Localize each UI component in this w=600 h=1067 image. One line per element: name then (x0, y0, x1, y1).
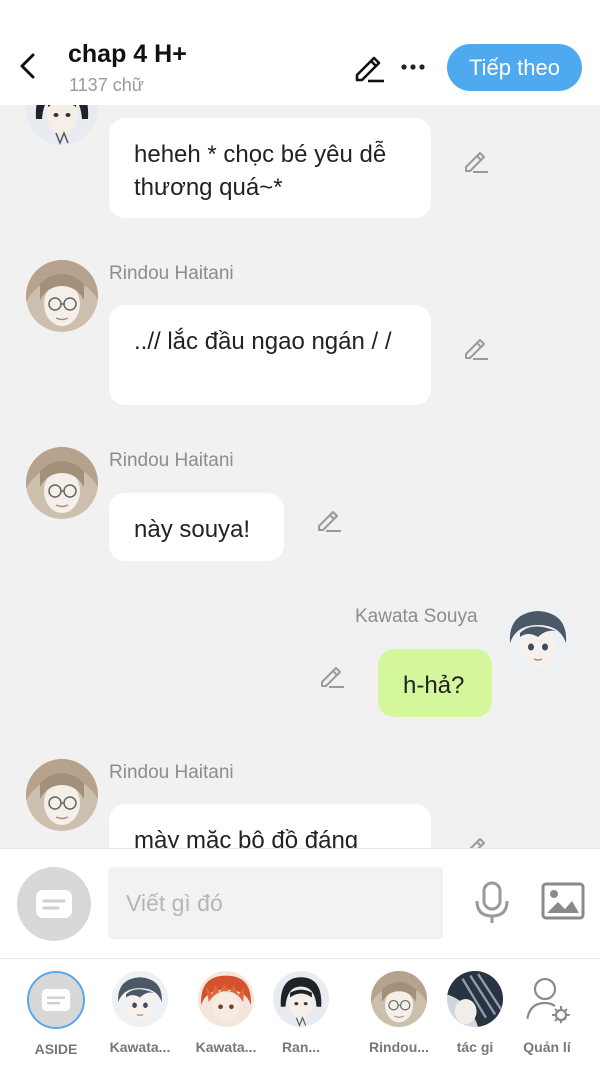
avatar-image (26, 447, 98, 519)
character-label: Kawata... (195, 1039, 257, 1055)
character-label: Ran... (281, 1039, 321, 1055)
message-bubble[interactable]: mày mặc bộ đồ đáng (109, 804, 431, 848)
edit-button[interactable] (352, 50, 386, 84)
rindou-avatar[interactable] (26, 260, 98, 332)
character-rindou[interactable]: Rindou... (356, 971, 442, 1055)
message-bubble[interactable]: này souya! (109, 493, 284, 561)
aside-avatar (27, 971, 85, 1029)
microphone-icon[interactable] (472, 881, 512, 925)
chat-bubble-icon (41, 988, 71, 1012)
message-input[interactable]: Viết gì đó (108, 867, 443, 939)
top-bar: chap 4 H+ 1137 chữ Tiếp theo (0, 0, 600, 105)
character-label: Quản lí (523, 1039, 571, 1055)
character-ran[interactable]: Ran... (258, 971, 344, 1055)
chat-area[interactable]: heheh * chọc bé yêu dễ thương quá~* Rind… (0, 105, 600, 848)
chapter-title: chap 4 H+ (68, 40, 187, 68)
rindou-avatar[interactable] (26, 447, 98, 519)
user-settings-icon (525, 977, 570, 1024)
edit-message-icon[interactable] (317, 660, 347, 690)
manage-characters-button[interactable]: Quản lí (504, 971, 590, 1055)
ellipsis-icon (401, 64, 425, 70)
word-count: 1137 chữ (69, 75, 144, 95)
character-avatar (198, 971, 254, 1027)
sender-name: Rindou Haitani (109, 263, 234, 284)
back-button[interactable] (12, 48, 42, 84)
edit-message-icon[interactable] (461, 831, 491, 848)
avatar-image (26, 759, 98, 831)
message-bubble[interactable]: ..// lắc đầu ngao ngán / / (109, 305, 431, 405)
avatar-image (26, 260, 98, 332)
chat-bubble-icon (36, 890, 72, 918)
character-kawata-2[interactable]: Kawata... (183, 971, 269, 1055)
image-icon[interactable] (541, 881, 585, 921)
manage-avatar (519, 971, 575, 1027)
edit-message-icon[interactable] (461, 145, 491, 175)
more-options-button[interactable] (398, 50, 428, 84)
character-avatar (273, 971, 329, 1027)
character-avatar (112, 971, 168, 1027)
edit-message-icon[interactable] (314, 504, 344, 534)
character-label: Kawata... (109, 1039, 171, 1055)
character-avatar (371, 971, 427, 1027)
rindou-avatar[interactable] (26, 759, 98, 831)
message-bubble[interactable]: heheh * chọc bé yêu dễ thương quá~* (109, 118, 431, 218)
character-aside[interactable]: ASIDE (13, 971, 99, 1057)
my-message-bubble[interactable]: h-hả? (378, 649, 492, 717)
message-composer: Viết gì đó (0, 848, 600, 958)
sender-name: Kawata Souya (355, 606, 478, 627)
edit-message-icon[interactable] (461, 332, 491, 362)
avatar-image (502, 603, 574, 675)
character-label: Rindou... (369, 1039, 429, 1055)
character-label: ASIDE (34, 1041, 78, 1057)
character-bar: ASIDE Kawata... Kawata... Ran... Rindou.… (0, 958, 600, 1067)
sender-name: Rindou Haitani (109, 762, 234, 783)
avatar-image (26, 105, 98, 145)
kawata-avatar[interactable] (502, 603, 574, 675)
next-button[interactable]: Tiếp theo (447, 44, 582, 91)
character-avatar (447, 971, 503, 1027)
sender-name: Rindou Haitani (109, 450, 234, 471)
chevron-left-icon (20, 53, 35, 79)
character-kawata-1[interactable]: Kawata... (97, 971, 183, 1055)
ran-avatar[interactable] (26, 105, 98, 145)
pencil-icon (355, 56, 384, 83)
aside-toggle-button[interactable] (17, 867, 91, 941)
